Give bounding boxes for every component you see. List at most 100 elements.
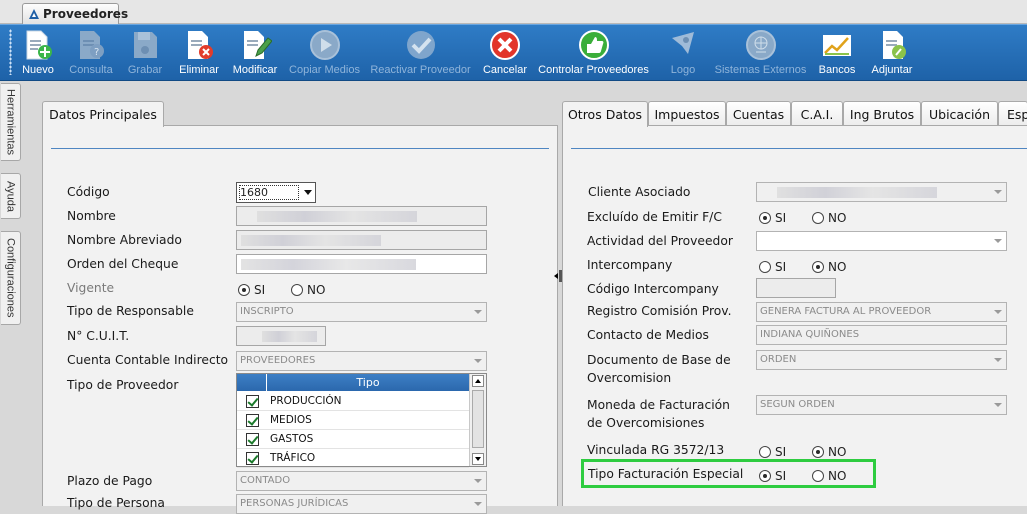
consulta-button[interactable]: ? Consulta xyxy=(68,28,114,80)
radio-label: SI xyxy=(775,445,787,459)
table-row[interactable]: GASTOS xyxy=(237,430,469,449)
vigente-no-radio[interactable]: NO xyxy=(291,283,325,297)
intercompany-no-radio[interactable]: NO xyxy=(812,260,846,274)
scroll-up-icon[interactable] xyxy=(472,375,484,387)
scroll-thumb[interactable] xyxy=(472,390,484,448)
codigo-intercompany-field[interactable] xyxy=(756,278,836,298)
radio-label: NO xyxy=(307,283,326,297)
modificar-label: Modificar xyxy=(232,64,278,76)
scroll-down-icon[interactable] xyxy=(472,453,484,465)
tab-esp[interactable]: Esp xyxy=(998,101,1027,126)
grabar-label: Grabar xyxy=(127,64,163,76)
side-tab-label: Configuraciones xyxy=(4,238,17,318)
nombre-label: Nombre xyxy=(67,209,116,223)
radio-empty-icon xyxy=(291,284,303,296)
tab-label: Otros Datos xyxy=(567,107,643,122)
redacted-text xyxy=(262,331,317,342)
sistemas-externos-button[interactable]: Sistemas Externos xyxy=(714,28,807,80)
radio-empty-icon xyxy=(759,261,771,273)
vinculada-no-radio[interactable]: NO xyxy=(812,445,846,459)
modificar-button[interactable]: Modificar xyxy=(231,28,279,80)
logo-button[interactable]: Logo xyxy=(668,28,698,80)
radio-label: NO xyxy=(828,211,847,225)
cuit-label: N° C.U.I.T. xyxy=(67,329,130,343)
eliminar-button[interactable]: Eliminar xyxy=(179,28,219,80)
vinculada-si-radio[interactable]: SI xyxy=(759,445,786,459)
cuenta-contable-select[interactable]: PROVEEDORES xyxy=(236,351,487,371)
radio-label: SI xyxy=(775,211,787,225)
grabar-button[interactable]: Grabar xyxy=(127,28,163,80)
tab-datos-principales[interactable]: Datos Principales xyxy=(42,101,164,127)
tab-impuestos[interactable]: Impuestos xyxy=(648,101,726,126)
tab-cai[interactable]: C.A.I. xyxy=(791,101,843,126)
moneda-facturacion-select[interactable]: SEGUN ORDEN xyxy=(756,395,1007,415)
rocket-icon xyxy=(672,32,694,54)
grid-scrollbar[interactable] xyxy=(469,374,486,466)
excluido-no-radio[interactable]: NO xyxy=(812,211,846,225)
side-tab-label: Ayuda xyxy=(4,180,17,212)
globe-icon xyxy=(745,30,776,60)
tab-label: Impuestos xyxy=(654,106,720,122)
copiar-medios-button[interactable]: Copiar Medios xyxy=(289,28,360,80)
radio-label: NO xyxy=(828,469,847,483)
tab-ubicacion[interactable]: Ubicación xyxy=(921,101,998,126)
intercompany-si-radio[interactable]: SI xyxy=(759,260,786,274)
codigo-select[interactable]: 1680 xyxy=(236,182,316,203)
tab-cuentas[interactable]: Cuentas xyxy=(726,101,791,126)
tipo-responsable-select[interactable]: INSCRIPTO xyxy=(236,302,487,322)
plazo-pago-label: Plazo de Pago xyxy=(67,474,153,488)
thumbs-up-icon xyxy=(578,30,609,60)
controlar-proveedores-button[interactable]: Controlar Proveedores xyxy=(537,28,650,80)
tab-label: Datos Principales xyxy=(49,107,157,122)
actividad-label: Actividad del Proveedor xyxy=(587,234,733,248)
bancos-button[interactable]: Bancos xyxy=(818,28,856,80)
tipo-facturacion-no-radio[interactable]: NO xyxy=(812,469,846,483)
checkbox-checked-icon[interactable] xyxy=(246,452,259,465)
table-row[interactable]: PRODUCCIÓN xyxy=(237,392,469,411)
cuit-field[interactable] xyxy=(236,326,326,346)
radio-label: SI xyxy=(254,283,266,297)
grid-header-tipo[interactable]: Tipo xyxy=(267,374,469,391)
window-tab-label: Proveedores xyxy=(43,7,129,21)
query-document-icon: ? xyxy=(80,31,104,59)
tipo-facturacion-si-radio[interactable]: SI xyxy=(759,469,786,483)
side-tab-herramientas[interactable]: Herramientas xyxy=(1,83,21,161)
table-row[interactable]: MEDIOS xyxy=(237,411,469,430)
excluido-si-radio[interactable]: SI xyxy=(759,211,786,225)
nombre-field[interactable] xyxy=(236,206,487,226)
section-divider xyxy=(51,148,549,149)
excluido-label: Excluído de Emitir F/C xyxy=(587,210,722,224)
chevron-down-icon xyxy=(474,359,482,363)
cancelar-button[interactable]: Cancelar xyxy=(483,28,527,80)
window-tab-proveedores[interactable]: Proveedores xyxy=(22,3,128,24)
cliente-asociado-select[interactable] xyxy=(756,182,1007,202)
nuevo-button[interactable]: Nuevo xyxy=(21,28,55,80)
intercompany-label: Intercompany xyxy=(587,258,673,272)
orden-cheque-field[interactable] xyxy=(236,254,487,274)
plazo-pago-select[interactable]: CONTADO xyxy=(236,471,487,491)
contacto-medios-field[interactable]: INDIANA QUIÑONES xyxy=(756,325,1007,345)
row-label: MEDIOS xyxy=(270,414,312,426)
tipo-persona-select[interactable]: PERSONAS JURÍDICAS xyxy=(236,494,487,514)
radio-selected-icon xyxy=(238,284,250,296)
documento-base-select[interactable]: ORDEN xyxy=(756,350,1007,370)
checkbox-checked-icon[interactable] xyxy=(246,433,259,446)
tipo-persona-label: Tipo de Persona xyxy=(67,496,165,510)
adjuntar-button[interactable]: Adjuntar xyxy=(869,28,915,80)
vigente-si-radio[interactable]: SI xyxy=(238,283,265,297)
select-value: PERSONAS JURÍDICAS xyxy=(240,498,349,509)
registro-comision-select[interactable]: GENERA FACTURA AL PROVEEDOR xyxy=(756,302,1007,322)
tab-ing-brutos[interactable]: Ing Brutos xyxy=(843,101,921,126)
checkbox-checked-icon[interactable] xyxy=(246,395,259,408)
side-tab-ayuda[interactable]: Ayuda xyxy=(1,173,21,219)
cancelar-label: Cancelar xyxy=(482,64,528,76)
table-row[interactable]: TRÁFICO xyxy=(237,449,469,468)
toolbar-grip[interactable] xyxy=(9,29,12,75)
nombre-abreviado-field[interactable] xyxy=(236,230,487,250)
actividad-select[interactable] xyxy=(756,231,1007,251)
side-tab-configuraciones[interactable]: Configuraciones xyxy=(1,231,21,325)
checkbox-checked-icon[interactable] xyxy=(246,414,259,427)
tab-otros-datos[interactable]: Otros Datos xyxy=(562,101,648,127)
reactivar-proveedor-label: Reactivar Proveedor xyxy=(370,64,471,76)
reactivar-proveedor-button[interactable]: Reactivar Proveedor xyxy=(369,28,472,80)
